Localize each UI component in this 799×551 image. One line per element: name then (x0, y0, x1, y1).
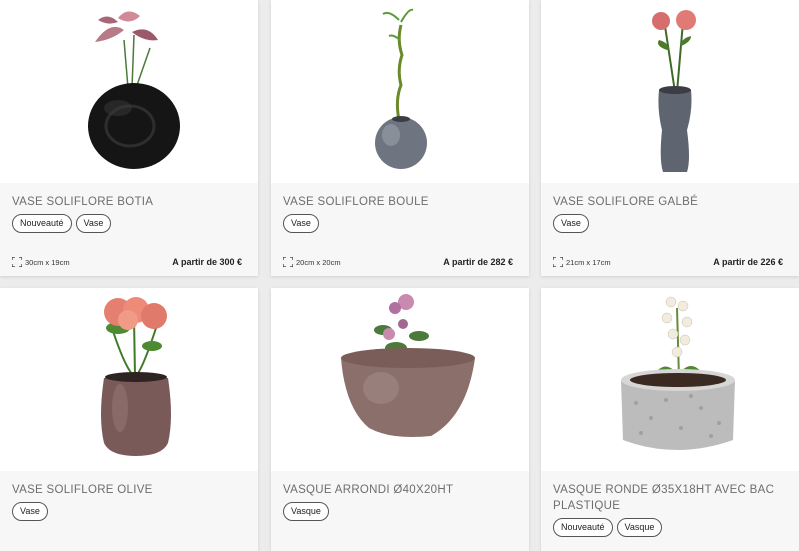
tag-list: Vase (283, 214, 319, 233)
tag-badge[interactable]: Vase (283, 214, 319, 233)
expand-icon (12, 257, 22, 267)
product-card[interactable]: VASQUE ARRONDI Ø40X20HT Vasque (271, 288, 529, 551)
dimensions: 21cm x 17cm (553, 257, 611, 267)
product-title[interactable]: VASE SOLIFLORE GALBÉ (553, 194, 789, 210)
expand-icon (553, 257, 563, 267)
product-title[interactable]: VASE SOLIFLORE BOTIA (12, 194, 248, 210)
tag-badge[interactable]: Vase (12, 502, 48, 521)
product-image[interactable] (271, 0, 529, 183)
product-image[interactable] (0, 0, 258, 183)
tag-badge[interactable]: Nouveauté (12, 214, 72, 233)
product-image[interactable] (0, 288, 258, 471)
product-image[interactable] (541, 0, 799, 183)
price: A partir de 282 € (443, 257, 513, 267)
tag-badge[interactable]: Vase (75, 214, 112, 233)
product-card[interactable]: VASE SOLIFLORE GALBÉ Vase 21cm x 17cm A … (541, 0, 799, 276)
price: A partir de 300 € (172, 257, 242, 267)
product-title[interactable]: VASE SOLIFLORE BOULE (283, 194, 519, 210)
tag-badge[interactable]: Nouveauté (553, 518, 613, 537)
tag-list: Vasque (283, 502, 329, 521)
tag-list: Vase (12, 502, 48, 521)
expand-icon (283, 257, 293, 267)
product-image[interactable] (271, 288, 529, 471)
product-card[interactable]: VASE SOLIFLORE BOULE Vase 20cm x 20cm A … (271, 0, 529, 276)
tag-list: Nouveauté Vase (12, 214, 112, 233)
price: A partir de 226 € (713, 257, 783, 267)
product-image[interactable] (541, 288, 799, 471)
product-title[interactable]: VASQUE RONDE Ø35X18HT AVEC BAC PLASTIQUE (553, 482, 789, 514)
product-card[interactable]: VASQUE RONDE Ø35X18HT AVEC BAC PLASTIQUE… (541, 288, 799, 551)
dimensions-text: 20cm x 20cm (296, 257, 341, 267)
product-title[interactable]: VASE SOLIFLORE OLIVE (12, 482, 248, 498)
tag-badge[interactable]: Vasque (283, 502, 329, 521)
tag-badge[interactable]: Vase (553, 214, 589, 233)
product-title[interactable]: VASQUE ARRONDI Ø40X20HT (283, 482, 519, 498)
tag-list: Nouveauté Vasque (553, 518, 663, 537)
dimensions-text: 30cm x 19cm (25, 257, 70, 267)
tag-badge[interactable]: Vasque (616, 518, 663, 537)
dimensions-text: 21cm x 17cm (566, 257, 611, 267)
product-card[interactable]: VASE SOLIFLORE BOTIA Nouveauté Vase 30cm… (0, 0, 258, 276)
dimensions: 30cm x 19cm (12, 257, 70, 267)
dimensions: 20cm x 20cm (283, 257, 341, 267)
tag-list: Vase (553, 214, 589, 233)
product-card[interactable]: VASE SOLIFLORE OLIVE Vase (0, 288, 258, 551)
